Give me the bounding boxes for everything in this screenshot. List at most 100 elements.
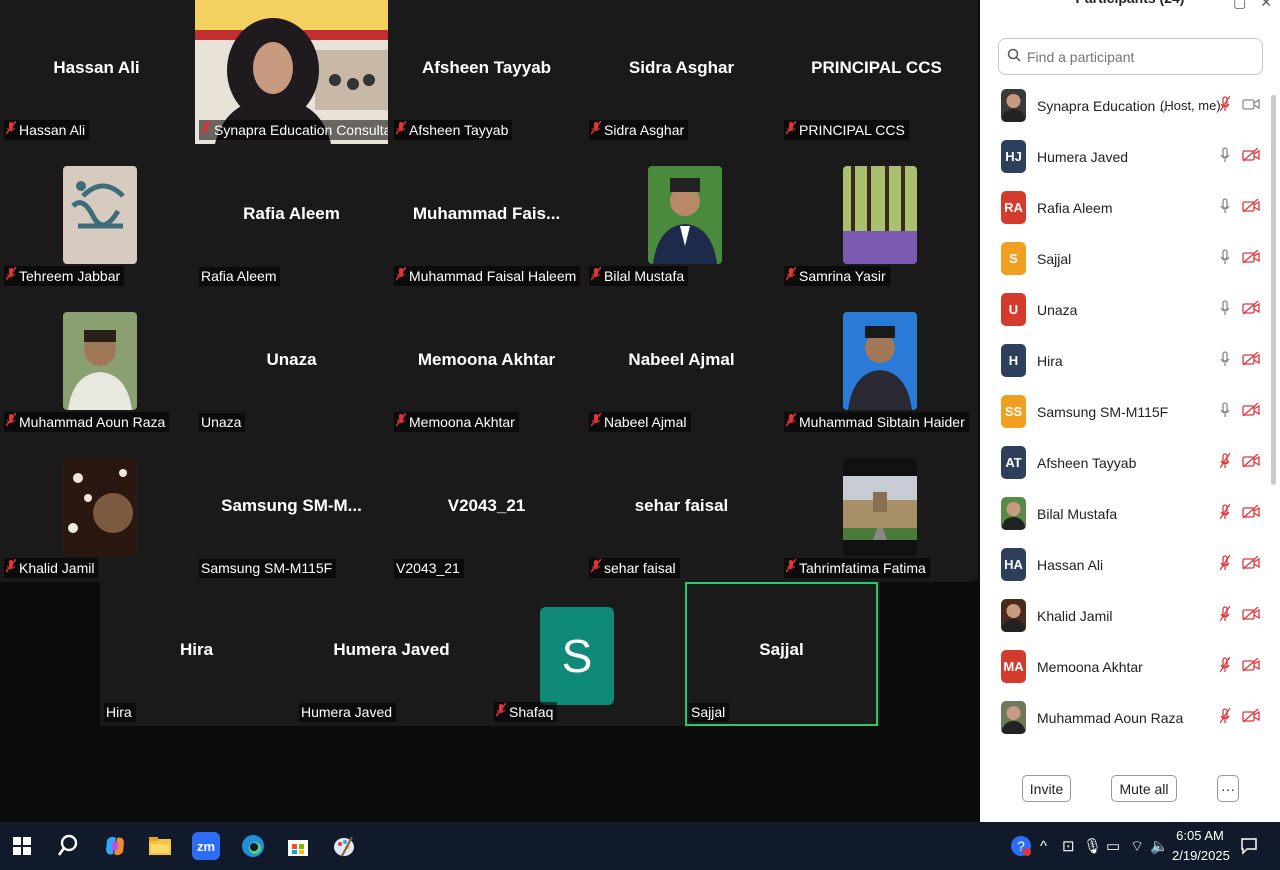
participant-display-name: Rafia Aleem [243,204,340,223]
camera-off-icon[interactable] [1242,453,1260,472]
participant-tile[interactable]: Tahrimfatima Fatima [780,438,973,582]
camera-off-icon[interactable] [1242,402,1260,421]
search-input[interactable] [1025,47,1249,66]
participant-tile[interactable]: Afsheen Tayyab Afsheen Tayyab [390,0,583,144]
paint-icon[interactable] [328,830,360,862]
camera-off-icon[interactable] [1242,504,1260,523]
participant-tile[interactable]: S Shafaq [490,582,683,726]
close-icon[interactable]: ✕ [1260,0,1272,10]
clock-time: 6:05 AM [1176,828,1224,843]
participant-row[interactable]: H Hira [980,335,1270,386]
participant-row[interactable]: SS Samsung SM-M115F [980,386,1270,437]
participant-list-name: Memoona Akhtar [1037,658,1143,675]
search-icon[interactable] [52,830,84,862]
participant-tile[interactable]: Humera Javed Humera Javed [295,582,488,726]
participant-tile[interactable]: Memoona Akhtar Memoona Akhtar [390,292,583,436]
participant-tile[interactable]: V2043_21 V2043_21 [390,438,583,582]
participant-tile[interactable]: Unaza Unaza [195,292,388,436]
camera-off-icon[interactable] [1242,300,1260,319]
participant-tile[interactable]: Hira Hira [100,582,293,726]
mic-muted-icon[interactable] [1219,656,1231,677]
participant-tile[interactable]: sehar faisal sehar faisal [585,438,778,582]
camera-off-icon[interactable] [1242,708,1260,727]
participant-avatar: RA [1001,191,1026,224]
camera-off-icon[interactable] [1242,249,1260,268]
mic-muted-icon[interactable] [1219,707,1231,728]
participant-row[interactable]: S Sajjal [980,233,1270,284]
mic-muted-icon[interactable] [1219,554,1231,575]
participant-tile[interactable]: Samrina Yasir [780,146,973,290]
participant-row[interactable]: RA Rafia Aleem [980,182,1270,233]
participant-tile[interactable]: Nabeel Ajmal Nabeel Ajmal [585,292,778,436]
participant-tile[interactable]: Tehreem Jabbar [0,146,193,290]
microsoft-store-icon[interactable] [282,830,314,862]
microphone-icon[interactable] [1220,299,1230,320]
participant-tile[interactable]: Rafia Aleem Rafia Aleem [195,146,388,290]
mic-muted-icon[interactable] [1219,503,1231,524]
participant-row[interactable]: Synapra Education ... (Host, me) [980,80,1270,131]
participant-tile[interactable]: Samsung SM-M... Samsung SM-M115F [195,438,388,582]
windows-start-icon[interactable] [6,830,38,862]
microphone-icon[interactable] [1220,350,1230,371]
participant-row[interactable]: HJ Humera Javed [980,131,1270,182]
participant-row[interactable]: Khalid Jamil [980,590,1270,641]
participant-row[interactable]: Bilal Mustafa [980,488,1270,539]
participant-name: Sajjal [691,704,726,720]
participant-tile[interactable]: Muhammad Fais... Muhammad Faisal Haleem [390,146,583,290]
copilot-icon[interactable] [99,830,131,862]
participant-row[interactable]: HA Hassan Ali [980,539,1270,590]
participant-list-name: Hassan Ali [1037,556,1104,573]
participant-name-label: Muhammad Sibtain Haider [784,412,969,432]
battery-tray-icon[interactable]: ▭ [1106,822,1120,870]
camera-off-icon[interactable] [1242,351,1260,370]
participant-list-name: Muhammad Aoun Raza [1037,709,1184,726]
participant-tile[interactable]: Muhammad Sibtain Haider [780,292,973,436]
microphone-tray-icon[interactable]: 🎙 [1083,822,1102,870]
participant-name: Humera Javed [301,704,393,720]
participant-row[interactable]: MA Memoona Akhtar [980,641,1270,692]
camera-off-icon[interactable] [1242,606,1260,625]
participant-name: Tahrimfatima Fatima [799,559,926,576]
participant-search[interactable] [998,38,1263,75]
participant-tile[interactable]: Khalid Jamil [0,438,193,582]
popout-icon[interactable]: ▢ [1233,0,1246,10]
help-tray-icon[interactable]: ? [1010,822,1032,870]
microphone-icon[interactable] [1220,146,1230,167]
edge-browser-icon[interactable] [237,830,269,862]
participant-row[interactable]: U Unaza [980,284,1270,335]
participant-tile[interactable]: Bilal Mustafa [585,146,778,290]
file-explorer-icon[interactable] [144,830,176,862]
chevron-up-icon[interactable]: ^ [1040,822,1047,870]
participant-row[interactable]: Muhammad Aoun Raza [980,692,1270,743]
mic-muted-icon[interactable] [1219,605,1231,626]
participant-tile[interactable]: Sidra Asghar Sidra Asghar [585,0,778,144]
camera-tray-icon[interactable]: ⊡ [1062,822,1075,870]
camera-off-icon[interactable] [1242,657,1260,676]
invite-button[interactable]: Invite [1022,775,1071,802]
notifications-icon[interactable] [1240,822,1258,870]
zoom-app-icon[interactable]: zm [192,832,220,860]
mute-all-button[interactable]: Mute all [1111,775,1177,802]
speaker-tray-icon[interactable]: 🔈 [1150,822,1169,870]
panel-window-controls[interactable]: ▢ ✕ [1233,0,1272,11]
clock[interactable]: 6:05 AM 2/19/2025 [1172,826,1230,866]
participant-tile[interactable]: Muhammad Aoun Raza [0,292,193,436]
participant-tile[interactable]: Synapra Education Consultancy [195,0,388,144]
mic-muted-icon[interactable] [1219,452,1231,473]
camera-off-icon[interactable] [1242,198,1260,217]
participant-list-scrollbar[interactable] [1271,95,1276,485]
microphone-icon[interactable] [1220,197,1230,218]
mic-muted-icon [590,120,602,138]
participant-tile[interactable]: Sajjal Sajjal [685,582,878,726]
participant-row[interactable]: AT Afsheen Tayyab [980,437,1270,488]
wifi-tray-icon[interactable]: ⌔ [1130,822,1144,870]
microphone-icon[interactable] [1220,248,1230,269]
participant-tile[interactable]: Hassan Ali Hassan Ali [0,0,193,144]
more-options-button[interactable]: ··· [1217,775,1239,802]
mic-muted-icon[interactable] [1219,95,1231,116]
camera-off-icon[interactable] [1242,555,1260,574]
camera-off-icon[interactable] [1242,147,1260,166]
participant-tile[interactable]: PRINCIPAL CCS PRINCIPAL CCS [780,0,973,144]
microphone-icon[interactable] [1220,401,1230,422]
camera-icon[interactable] [1242,97,1260,115]
